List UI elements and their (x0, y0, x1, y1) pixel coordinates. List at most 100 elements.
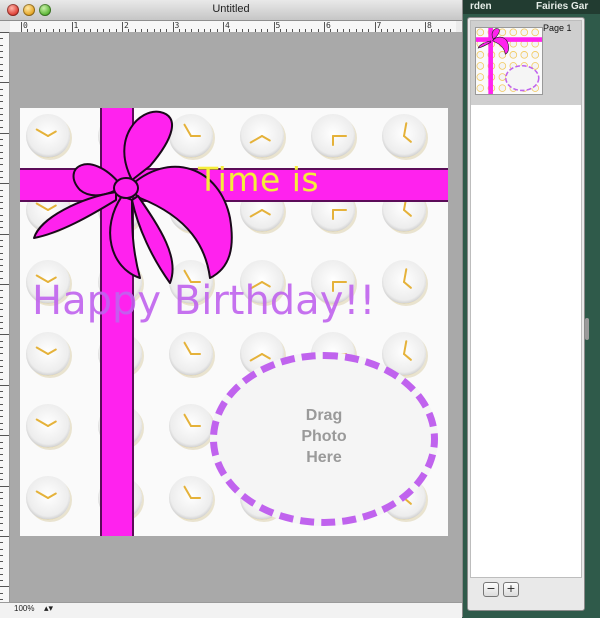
ruler-tick (0, 126, 3, 128)
photo-placeholder-line: Photo (301, 428, 347, 445)
greeting-text[interactable]: Happy Birthday!! (32, 278, 375, 324)
ruler-tick (0, 208, 3, 210)
canvas-area[interactable]: Time is Happy Birthday!! Drag Photo Here (10, 32, 462, 602)
clock-icon (382, 114, 426, 158)
drawer-resize-handle[interactable] (585, 318, 589, 340)
ruler-major-tick (172, 22, 174, 32)
ruler-tick (0, 517, 3, 519)
thumbnail-clock (498, 62, 507, 70)
ruler-tick (0, 214, 3, 216)
ruler-major-tick (374, 22, 376, 32)
ruler-tick (0, 252, 3, 254)
page-thumbnail-preview-icon (476, 28, 542, 94)
ruler-tick (0, 586, 9, 588)
thumbnail-clock (476, 51, 485, 59)
ruler-tick (0, 573, 3, 575)
zoom-level[interactable]: 100% (14, 604, 34, 613)
ruler-tick (0, 466, 3, 468)
headline-text[interactable]: Time is (198, 160, 319, 199)
add-page-button[interactable]: + (503, 582, 519, 597)
clock-icon (26, 332, 70, 376)
ruler-major-tick (425, 22, 426, 32)
ruler-tick (0, 435, 9, 437)
ruler-tick (0, 101, 3, 103)
ruler-tick (0, 88, 3, 90)
ruler-tick (0, 233, 9, 235)
ruler-tick (0, 347, 3, 348)
ruler-tick (0, 599, 3, 600)
ruler-tick (0, 353, 3, 355)
ruler-tick (0, 485, 9, 487)
vertical-ruler[interactable] (0, 32, 10, 602)
ruler-tick (0, 510, 3, 512)
ruler-tick (0, 334, 9, 336)
ruler-tick (0, 592, 3, 594)
ruler-tick (0, 309, 3, 311)
ruler-tick (0, 202, 3, 204)
ruler-tick (0, 397, 3, 399)
ruler-tick (0, 315, 3, 317)
background-app-titlebar: rden Fairies Gar (462, 0, 600, 14)
remove-page-button[interactable]: − (483, 582, 499, 597)
ruler-tick (0, 580, 3, 582)
ruler-tick (0, 498, 3, 500)
ruler-tick (0, 416, 3, 418)
ruler-tick (0, 95, 3, 96)
thumbnail-clock (476, 28, 485, 37)
ruler-tick (0, 82, 9, 84)
ruler-tick (0, 57, 3, 59)
thumbnail-clock (476, 62, 485, 70)
ruler-tick (0, 195, 3, 197)
thumbnail-clock (476, 84, 485, 92)
ruler-tick (0, 170, 3, 172)
photo-drop-zone[interactable]: Drag Photo Here (210, 352, 438, 526)
birthday-card[interactable]: Time is Happy Birthday!! Drag Photo Here (20, 108, 448, 536)
ruler-tick (0, 554, 3, 556)
page-list-item[interactable]: Page 1 (471, 21, 581, 105)
ruler-tick (0, 460, 3, 462)
window-title: Untitled (212, 3, 250, 15)
ruler-tick (0, 38, 3, 40)
ruler-tick (0, 164, 3, 166)
ruler-tick (0, 296, 3, 298)
clock-icon (26, 476, 70, 520)
ruler-tick (0, 447, 3, 449)
ruler-tick (0, 265, 3, 267)
ruler-tick (0, 258, 3, 260)
ruler-tick (0, 227, 3, 229)
ruler-tick (0, 32, 9, 33)
thumbnail-clock (531, 28, 539, 37)
ruler-tick (0, 410, 3, 411)
pages-list[interactable]: Page 1 (470, 20, 582, 578)
ruler-tick (0, 548, 3, 550)
ruler-tick (0, 403, 3, 405)
clock-icon (26, 404, 70, 448)
ruler-major-tick (223, 22, 224, 32)
clock-icon (169, 404, 213, 448)
ruler-tick (0, 479, 3, 481)
page-thumbnail[interactable] (475, 27, 543, 95)
ruler-tick (0, 441, 3, 443)
thumbnail-clock (498, 73, 507, 81)
photo-placeholder-text: Drag Photo Here (217, 405, 431, 468)
ruler-tick (0, 139, 3, 141)
clock-icon (169, 332, 213, 376)
thumbnail-clock (498, 28, 507, 37)
zoom-stepper-icon[interactable]: ▴▾ (44, 603, 53, 614)
ruler-tick (0, 561, 3, 563)
window-titlebar[interactable]: Untitled (0, 0, 462, 21)
ruler-tick (0, 120, 3, 122)
ruler-tick (0, 491, 3, 493)
ruler-tick (0, 176, 3, 178)
photo-placeholder-line: Drag (305, 407, 343, 424)
ruler-tick (0, 378, 3, 380)
ruler-tick (0, 183, 9, 185)
ruler-tick (0, 221, 3, 222)
ruler-tick (0, 76, 3, 78)
status-bar: 100% ▴▾ (0, 602, 462, 618)
ruler-tick (0, 328, 3, 330)
document-window: Untitled 012345678 Time is Happy Birthda… (0, 0, 463, 618)
ruler-tick (0, 473, 3, 474)
page-label: Page 1 (543, 23, 572, 33)
ruler-tick (0, 271, 3, 273)
